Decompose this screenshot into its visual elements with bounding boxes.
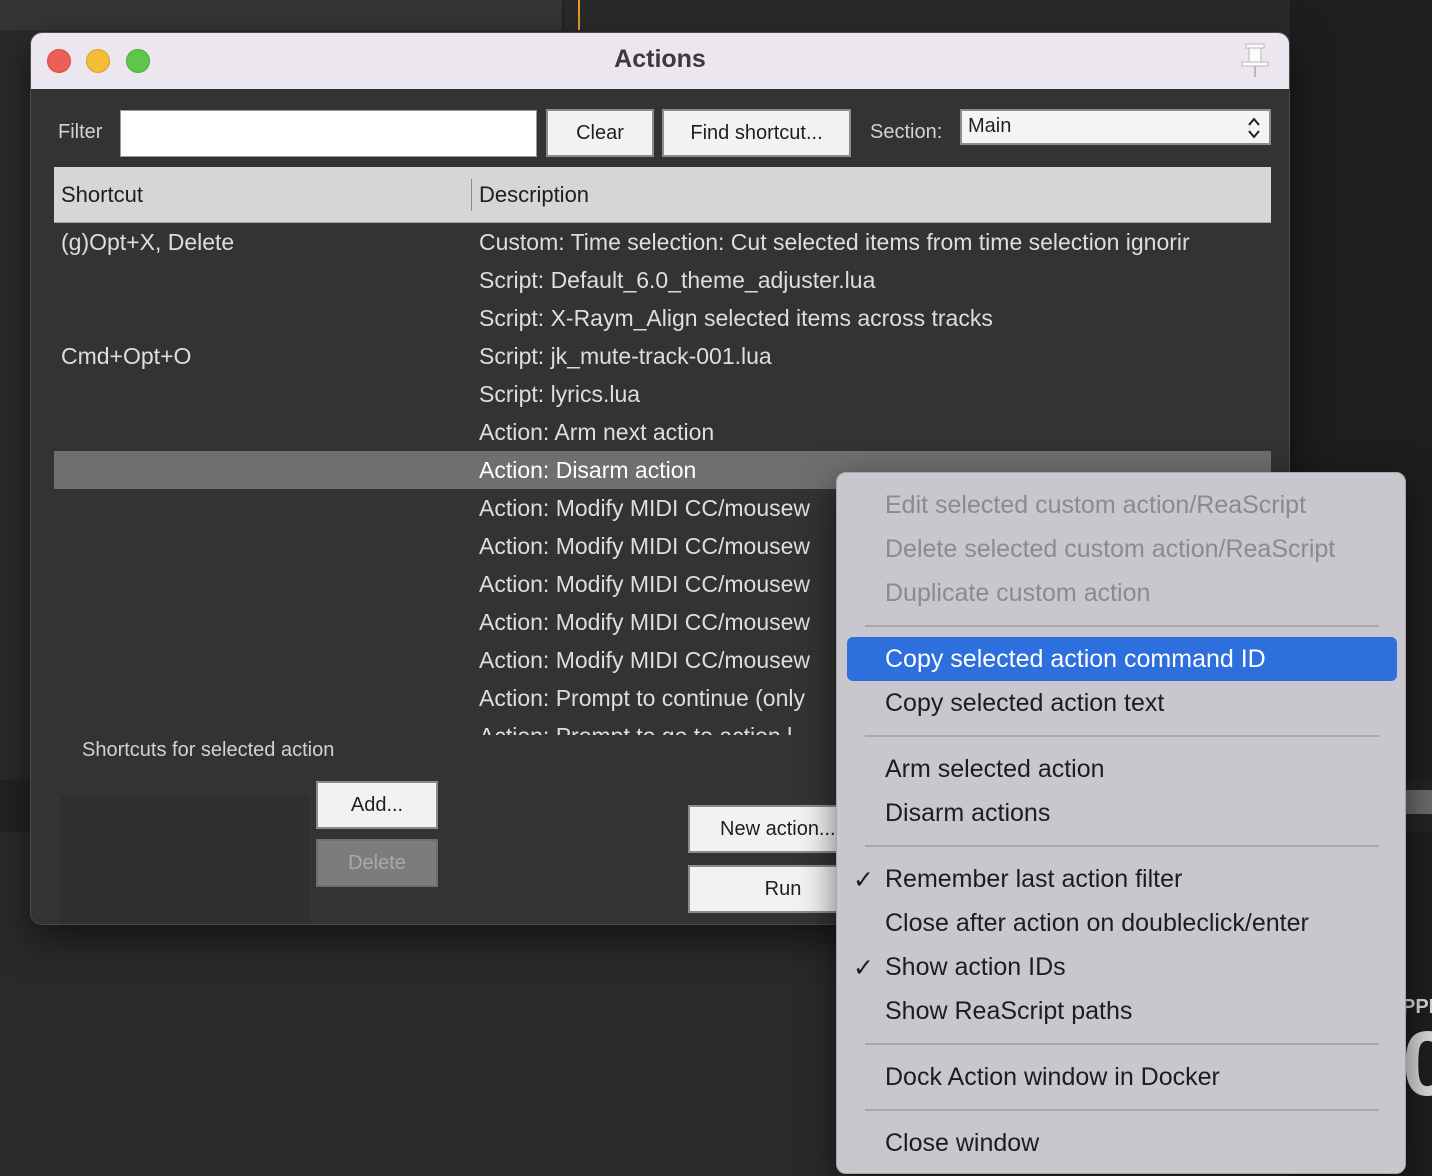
menu-item-close-after-action[interactable]: Close after action on doubleclick/enter xyxy=(847,901,1397,945)
menu-item-duplicate-custom-action: Duplicate custom action xyxy=(885,579,1151,607)
menu-item-disarm-actions[interactable]: Disarm actions xyxy=(847,791,1397,835)
filter-input[interactable] xyxy=(120,110,537,157)
find-shortcut-button[interactable]: Find shortcut... xyxy=(662,109,851,157)
background-divider xyxy=(562,0,564,30)
table-row[interactable]: Script: Default_6.0_theme_adjuster.lua xyxy=(54,261,1271,299)
checkmark-icon: ✓ xyxy=(853,866,874,894)
chevron-updown-icon xyxy=(1248,117,1260,139)
table-row[interactable]: (g)Opt+X, Delete Custom: Time selection: … xyxy=(54,223,1271,261)
context-menu: Edit selected custom action/ReaScript De… xyxy=(836,472,1406,1174)
background-partial-number: 0 xyxy=(1402,1013,1432,1115)
section-select-value: Main xyxy=(968,115,1012,137)
shortcut-cell: (g)Opt+X, Delete xyxy=(61,229,235,255)
menu-item-edit-custom-action: Edit selected custom action/ReaScript xyxy=(885,491,1307,519)
menu-item-arm-selected-action[interactable]: Arm selected action xyxy=(847,747,1397,791)
column-header-shortcut[interactable]: Shortcut xyxy=(61,182,143,208)
list-header: Shortcut Description xyxy=(54,167,1271,223)
column-separator[interactable] xyxy=(471,179,472,211)
description-cell: Script: X-Raym_Align selected items acro… xyxy=(479,305,993,331)
shortcuts-for-selected-label: Shortcuts for selected action xyxy=(82,739,335,761)
menu-separator xyxy=(865,845,1379,847)
menu-separator xyxy=(865,1043,1379,1045)
checkmark-icon: ✓ xyxy=(853,954,874,982)
table-row[interactable]: Script: lyrics.lua xyxy=(54,375,1271,413)
table-row[interactable]: Cmd+Opt+O Script: jk_mute-track-001.lua xyxy=(54,337,1271,375)
menu-item-copy-command-id[interactable]: Copy selected action command ID xyxy=(847,637,1397,681)
pin-icon[interactable] xyxy=(1239,41,1271,79)
description-cell: Action: Modify MIDI CC/mousew xyxy=(479,571,811,597)
column-header-description[interactable]: Description xyxy=(479,182,589,208)
filter-label: Filter xyxy=(58,121,103,143)
background-scrollbar xyxy=(1406,790,1432,814)
window-title: Actions xyxy=(614,45,706,73)
table-row[interactable]: Script: X-Raym_Align selected items acro… xyxy=(54,299,1271,337)
description-cell: Action: Modify MIDI CC/mousew xyxy=(479,647,811,673)
menu-item-close-window[interactable]: Close window xyxy=(847,1121,1397,1165)
menu-item-show-reascript-paths[interactable]: Show ReaScript paths xyxy=(847,989,1397,1033)
description-cell: Action: Modify MIDI CC/mousew xyxy=(479,495,811,521)
delete-shortcut-button: Delete xyxy=(316,839,438,887)
table-row[interactable]: Action: Arm next action xyxy=(54,413,1271,451)
menu-item-remember-filter[interactable]: ✓ Remember last action filter xyxy=(847,857,1397,901)
menu-item-copy-action-text[interactable]: Copy selected action text xyxy=(847,681,1397,725)
description-cell: Action: Disarm action xyxy=(479,457,697,483)
menu-item-show-action-ids[interactable]: ✓ Show action IDs xyxy=(847,945,1397,989)
shortcut-cell: Cmd+Opt+O xyxy=(61,343,192,369)
description-cell: Action: Prompt to go to action l xyxy=(479,723,792,735)
shortcuts-list[interactable] xyxy=(61,797,308,924)
title-bar[interactable]: Actions xyxy=(31,33,1289,90)
menu-separator xyxy=(865,735,1379,737)
section-label: Section: xyxy=(870,121,943,143)
menu-separator xyxy=(865,625,1379,627)
description-cell: Script: lyrics.lua xyxy=(479,381,641,407)
menu-separator xyxy=(865,1109,1379,1111)
background-panel xyxy=(0,0,562,30)
description-cell: Custom: Time selection: Cut selected ite… xyxy=(479,229,1190,255)
section-select[interactable]: Main xyxy=(960,109,1271,145)
menu-item-dock-window[interactable]: Dock Action window in Docker xyxy=(847,1055,1397,1099)
description-cell: Script: Default_6.0_theme_adjuster.lua xyxy=(479,267,876,293)
add-shortcut-button[interactable]: Add... xyxy=(316,781,438,829)
description-cell: Action: Modify MIDI CC/mousew xyxy=(479,609,811,635)
description-cell: Action: Arm next action xyxy=(479,419,715,445)
background-playhead xyxy=(578,0,580,30)
menu-item-delete-custom-action: Delete selected custom action/ReaScript xyxy=(885,535,1336,563)
description-cell: Action: Modify MIDI CC/mousew xyxy=(479,533,811,559)
description-cell: Script: jk_mute-track-001.lua xyxy=(479,343,772,369)
clear-button[interactable]: Clear xyxy=(546,109,654,157)
description-cell: Action: Prompt to continue (only xyxy=(479,685,805,711)
